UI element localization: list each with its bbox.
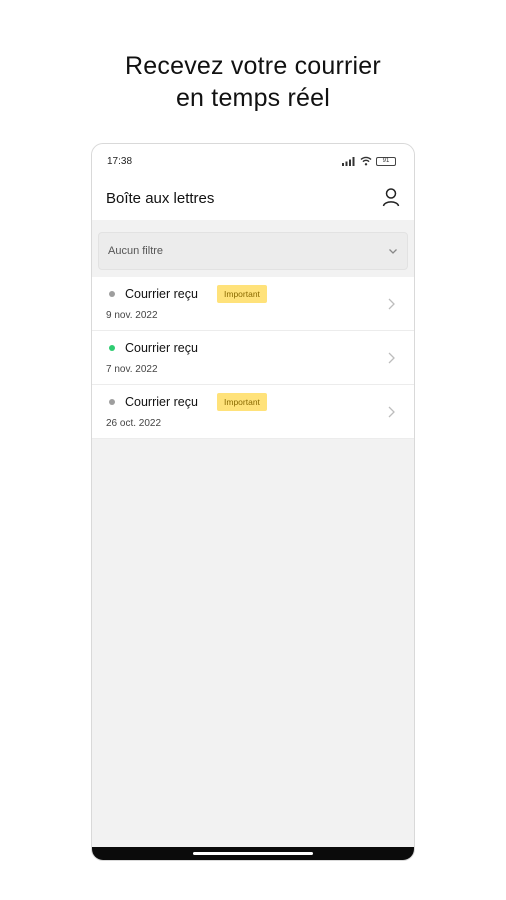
mail-list-item[interactable]: Courrier reçu Important 9 nov. 2022: [92, 277, 414, 331]
status-dot: [109, 345, 115, 351]
battery-icon: 91: [376, 156, 396, 166]
headline-line-1: Recevez votre courrier: [125, 52, 381, 80]
mail-list-item[interactable]: Courrier reçu 7 nov. 2022: [92, 331, 414, 385]
mail-date: 7 nov. 2022: [106, 364, 158, 375]
promo-headline: Recevez votre courrier en temps réel: [0, 50, 506, 114]
filter-dropdown[interactable]: Aucun filtre: [98, 232, 408, 270]
home-indicator[interactable]: [193, 852, 313, 855]
chevron-down-icon: [389, 249, 397, 254]
filter-value: Aucun filtre: [108, 245, 164, 257]
mail-title: Courrier reçu: [125, 341, 198, 355]
navigation-bar: [92, 847, 414, 860]
phone-frame: 17:38 91 Boîte aux lettres Aucun filtre …: [91, 143, 415, 861]
status-dot: [109, 399, 115, 405]
signal-icon: [342, 156, 355, 166]
wifi-icon: [360, 156, 372, 166]
headline-line-2: en temps réel: [175, 84, 331, 112]
status-dot: [109, 291, 115, 297]
chevron-right-icon: [388, 352, 395, 364]
important-badge: Important: [217, 393, 267, 411]
important-badge: Important: [217, 285, 267, 303]
person-icon[interactable]: [380, 186, 402, 208]
mail-title: Courrier reçu: [125, 395, 198, 409]
mail-title: Courrier reçu: [125, 287, 198, 301]
status-icons: 91: [342, 156, 396, 166]
app-bar: Boîte aux lettres: [92, 178, 414, 220]
battery-level: 91: [382, 157, 390, 164]
mail-date: 9 nov. 2022: [106, 310, 158, 321]
status-bar: 17:38 91: [92, 144, 414, 178]
chevron-right-icon: [388, 406, 395, 418]
mail-list: Courrier reçu Important 9 nov. 2022 Cour…: [92, 277, 414, 439]
mail-list-item[interactable]: Courrier reçu Important 26 oct. 2022: [92, 385, 414, 439]
page-title: Boîte aux lettres: [106, 190, 215, 207]
mail-date: 26 oct. 2022: [106, 418, 162, 429]
status-time: 17:38: [107, 156, 133, 167]
chevron-right-icon: [388, 298, 395, 310]
